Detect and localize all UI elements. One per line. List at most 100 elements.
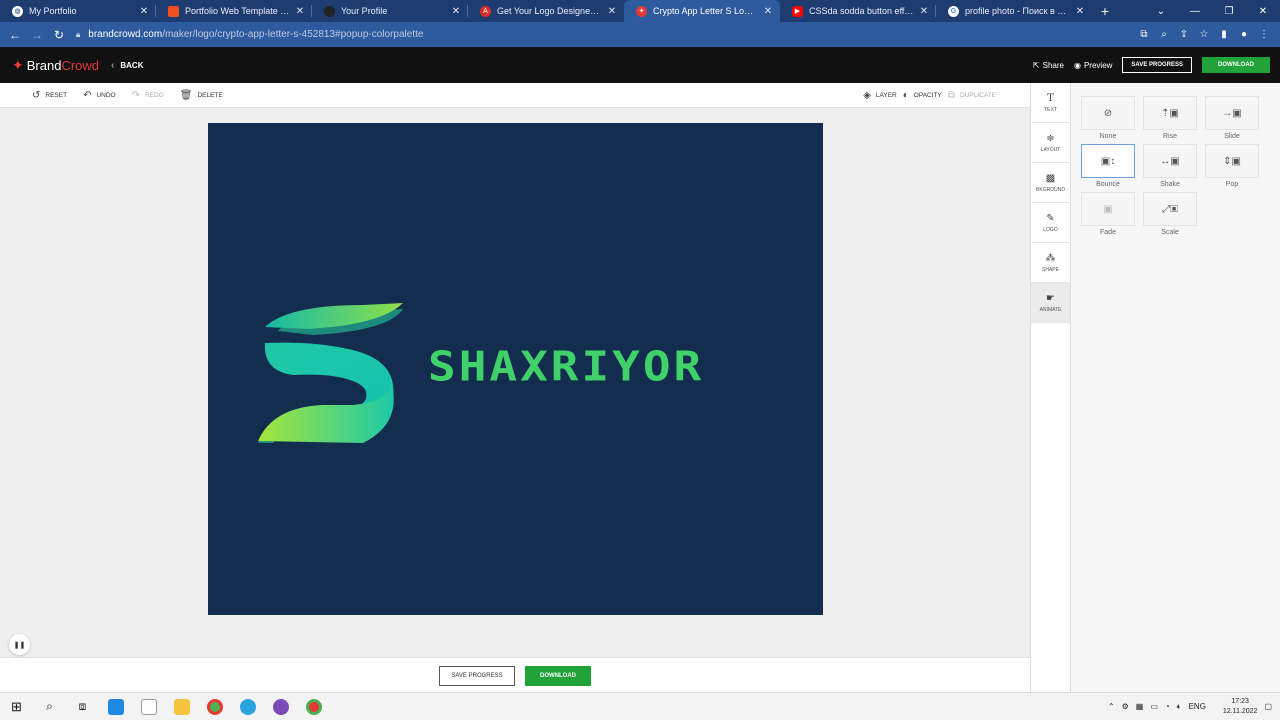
tab-search-icon[interactable]: ⌄ <box>1144 0 1178 22</box>
layer-button[interactable]: ◈ LAYER <box>863 90 897 101</box>
close-icon[interactable]: ✕ <box>138 6 150 17</box>
rail-text[interactable]: T TEXT <box>1031 83 1070 123</box>
file-explorer-icon[interactable] <box>165 693 198 720</box>
brand-name-text[interactable]: SHAXRIYOR <box>428 342 704 391</box>
vscode-icon[interactable] <box>99 693 132 720</box>
translate-icon[interactable]: ⧉ <box>1134 29 1154 40</box>
tab-google-search[interactable]: G profile photo - Поиск в Google ✕ <box>936 0 1092 22</box>
pause-animation-button[interactable]: ❚❚ <box>9 634 30 655</box>
new-tab-button[interactable]: + <box>1092 0 1118 22</box>
url-path: /maker/logo/crypto-app-letter-s-452813#p… <box>162 29 424 40</box>
reset-button[interactable]: ↺ RESET <box>32 90 67 101</box>
close-icon[interactable]: ✕ <box>450 6 462 17</box>
animation-bounce[interactable]: ▣↕ Bounce <box>1081 144 1135 188</box>
animation-shake[interactable]: ↔▣ Shake <box>1143 144 1197 188</box>
search-icon[interactable]: ⌕ <box>33 693 66 720</box>
battery-icon[interactable]: ▭ <box>1150 702 1158 711</box>
download-button[interactable]: DOWNLOAD <box>1202 57 1270 73</box>
telegram-icon[interactable] <box>231 693 264 720</box>
chrome-icon[interactable] <box>198 693 231 720</box>
rail-layout[interactable]: ≑ LAYOUT <box>1031 123 1070 163</box>
download-bottom-button[interactable]: DOWNLOAD <box>525 666 591 686</box>
close-icon[interactable]: ✕ <box>606 6 618 17</box>
tab-title: profile photo - Поиск в Google <box>965 6 1070 16</box>
close-window-icon[interactable]: ✕ <box>1246 0 1280 22</box>
url-field[interactable]: 🔒︎ brandcrowd.com/maker/logo/crypto-app-… <box>76 29 423 40</box>
rail-label: LAYOUT <box>1040 146 1061 153</box>
forward-arrow-icon[interactable]: → <box>26 24 48 46</box>
language-indicator[interactable]: ENG <box>1189 702 1206 711</box>
notifications-icon[interactable]: ▢ <box>1264 702 1272 711</box>
logo-canvas[interactable]: SHAXRIYOR <box>208 123 823 615</box>
zoom-icon[interactable]: ⌕ <box>1154 29 1174 40</box>
minimize-icon[interactable]: — <box>1178 0 1212 22</box>
save-progress-bottom-button[interactable]: SAVE PROGRESS <box>439 666 515 686</box>
brand-first: Brand <box>26 57 62 73</box>
tab-crypto-logo[interactable]: ✦ Crypto App Letter S Logo | Bran ✕ <box>624 0 780 22</box>
close-icon[interactable]: ✕ <box>294 6 306 17</box>
duplicate-button[interactable]: ⧉ DUPLICATE <box>948 90 996 101</box>
volume-icon[interactable]: 🔈︎ <box>1177 702 1182 712</box>
brandcrowd-logo[interactable]: ✦ Brand Crowd <box>12 57 99 74</box>
animation-slide[interactable]: →▣ Slide <box>1205 96 1259 140</box>
task-view-icon[interactable]: ⧈ <box>66 693 99 720</box>
clock[interactable]: 17:23 12.11.2022 <box>1216 697 1258 717</box>
file-icon[interactable] <box>132 693 165 720</box>
tab-title: My Portfolio <box>29 6 77 16</box>
redo-button[interactable]: ↷ REDO <box>132 90 164 101</box>
opacity-button[interactable]: ◐ OPACITY <box>903 90 942 101</box>
undo-button[interactable]: ↶ UNDO <box>83 90 116 101</box>
menu-icon[interactable]: ⋮ <box>1254 29 1274 40</box>
rail-logo[interactable]: ✎ LOGO <box>1031 203 1070 243</box>
network-settings-icon[interactable]: ⚙ <box>1122 702 1129 711</box>
back-button[interactable]: ‹ BACK <box>111 60 143 71</box>
animation-rise[interactable]: ⇡▣ Rise <box>1143 96 1197 140</box>
animation-pop[interactable]: ⇕▣ Pop <box>1205 144 1259 188</box>
back-arrow-icon[interactable]: ← <box>4 24 26 46</box>
undo-label: UNDO <box>96 91 116 99</box>
tab-youtube[interactable]: ▶ CSSda sodda button effect - Yo ✕ <box>780 0 936 22</box>
delete-button[interactable]: 🗑︎ DELETE <box>180 90 223 101</box>
rail-label: LOGO <box>1043 226 1058 233</box>
duplicate-label: DUPLICATE <box>960 91 996 99</box>
profile-icon[interactable]: ● <box>1234 29 1254 40</box>
seek-icon: A <box>480 5 491 17</box>
rail-background[interactable]: ▩ BKGROUND <box>1031 163 1070 203</box>
rail-shape[interactable]: ⁂ SHAPE <box>1031 243 1070 283</box>
restore-icon[interactable]: ❐ <box>1212 0 1246 22</box>
letter-s-logo-mark[interactable] <box>253 293 423 453</box>
share-icon[interactable]: ⇪ <box>1174 29 1194 40</box>
rail-label: SHAPE <box>1042 266 1059 273</box>
tab-get-logo[interactable]: A Get Your Logo Designed - Seek ✕ <box>468 0 624 22</box>
reload-icon[interactable]: ↻ <box>48 24 70 46</box>
clock-date: 12.11.2022 <box>1222 707 1258 715</box>
eye-icon: ◉ <box>1073 60 1081 70</box>
close-icon[interactable]: ✕ <box>1074 6 1086 17</box>
google-icon: G <box>948 5 959 17</box>
tab-your-profile[interactable]: Your Profile ✕ <box>312 0 468 22</box>
side-panel-icon[interactable]: ▮ <box>1214 29 1234 40</box>
close-icon[interactable]: ✕ <box>762 6 774 17</box>
bookmark-star-icon[interactable]: ☆ <box>1194 29 1214 40</box>
animation-none[interactable]: ⊘ None <box>1081 96 1135 140</box>
preview-button[interactable]: ◉ Preview <box>1074 61 1112 70</box>
tab-my-portfolio[interactable]: ◍ My Portfolio ✕ <box>0 0 156 22</box>
chrome-profile-icon[interactable] <box>297 693 330 720</box>
tab-portfolio-template[interactable]: Portfolio Web Template (Comm ✕ <box>156 0 312 22</box>
rail-animate[interactable]: ☛ ANIMATE <box>1031 283 1070 323</box>
share-button[interactable]: ⇱ Share <box>1033 61 1064 70</box>
animation-label: Scale <box>1161 229 1179 236</box>
chevron-up-icon[interactable]: ⌃ <box>1108 702 1115 711</box>
logo-icon: ✎ <box>1046 212 1055 224</box>
windows-start-icon[interactable]: ⊞ <box>0 693 33 720</box>
tab-title: Your Profile <box>341 6 388 16</box>
github-desktop-icon[interactable] <box>264 693 297 720</box>
animation-scale[interactable]: ⤢▣ Scale <box>1143 192 1197 236</box>
tab-title: Get Your Logo Designed - Seek <box>497 6 602 16</box>
save-progress-button[interactable]: SAVE PROGRESS <box>1122 57 1192 73</box>
wifi-icon[interactable]: ◔ <box>1165 702 1170 711</box>
animation-fade[interactable]: ▣ Fade <box>1081 192 1135 236</box>
reset-icon: ↺ <box>32 89 41 101</box>
calendar-icon[interactable]: ▦ <box>1136 702 1144 711</box>
close-icon[interactable]: ✕ <box>918 6 930 17</box>
